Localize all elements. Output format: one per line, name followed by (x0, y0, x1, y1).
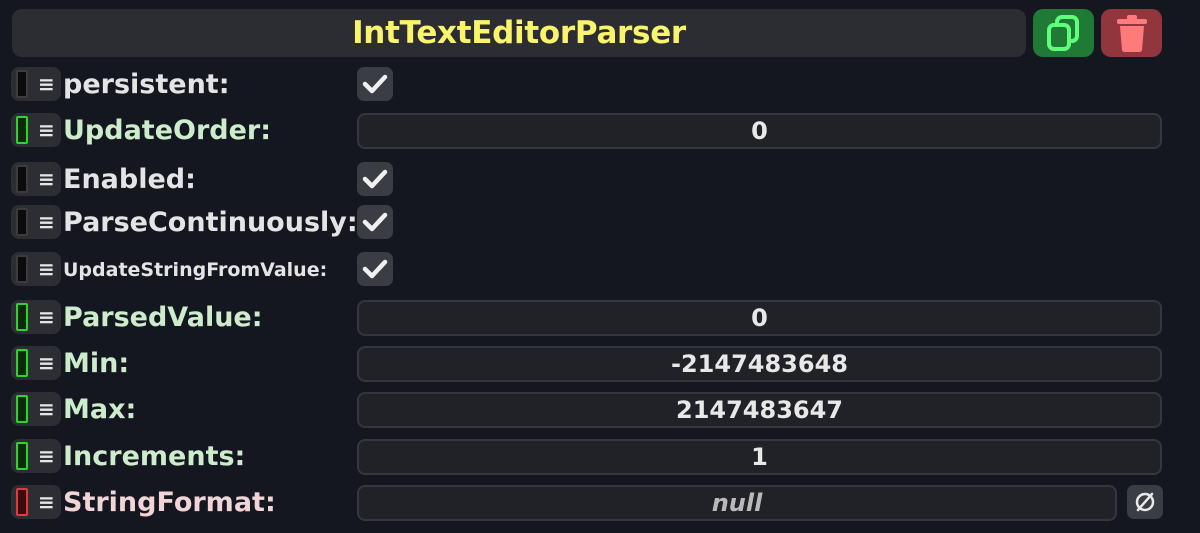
drag-icon: ≡ (38, 397, 55, 421)
drag-icon: ≡ (38, 210, 55, 234)
drag-icon: ≡ (38, 305, 55, 329)
field-row-min: ≡ Min: -2147483648 (0, 344, 1200, 384)
field-row-enabled: ≡ Enabled: (0, 160, 1200, 200)
field-label: Min: (63, 348, 130, 379)
drag-icon: ≡ (38, 257, 55, 281)
drag-handle[interactable]: ≡ (11, 113, 61, 147)
field-indicator (16, 349, 28, 377)
field-label: Increments: (63, 441, 246, 472)
max-input[interactable]: 2147483647 (357, 392, 1162, 428)
field-label: UpdateOrder: (63, 115, 272, 146)
check-icon (362, 74, 388, 94)
component-title: IntTextEditorParser (352, 15, 686, 51)
field-indicator (16, 165, 28, 193)
check-icon (362, 259, 388, 279)
field-label: ParsedValue: (63, 302, 263, 333)
field-indicator (16, 303, 28, 331)
min-input[interactable]: -2147483648 (357, 346, 1162, 382)
drag-icon: ≡ (38, 351, 55, 375)
drag-handle[interactable]: ≡ (11, 162, 61, 196)
field-indicator (16, 442, 28, 470)
string-format-input[interactable]: null (357, 485, 1117, 521)
drag-icon: ≡ (38, 167, 55, 191)
field-indicator (16, 116, 28, 144)
trash-icon (1116, 15, 1147, 52)
check-icon (362, 169, 388, 189)
field-label: Max: (63, 394, 137, 425)
field-row-update-string-from-value: ≡ UpdateStringFromValue: (0, 250, 1200, 290)
drag-handle[interactable]: ≡ (11, 300, 61, 334)
component-header: IntTextEditorParser (12, 9, 1026, 57)
field-row-update-order: ≡ UpdateOrder: 0 (0, 111, 1200, 151)
field-row-max: ≡ Max: 2147483647 (0, 390, 1200, 430)
field-indicator (16, 208, 28, 236)
field-indicator (16, 70, 28, 98)
enabled-checkbox[interactable] (357, 162, 393, 196)
drag-icon: ≡ (38, 490, 55, 514)
duplicate-button[interactable] (1033, 9, 1094, 57)
copy-icon (1046, 15, 1079, 51)
field-row-increments: ≡ Increments: 1 (0, 437, 1200, 477)
delete-button[interactable] (1101, 9, 1162, 57)
drag-handle[interactable]: ≡ (11, 439, 61, 473)
field-row-persistent: ≡ persistent: (0, 65, 1200, 105)
update-string-from-value-checkbox[interactable] (357, 252, 393, 286)
drag-handle[interactable]: ≡ (11, 392, 61, 426)
field-indicator (16, 395, 28, 423)
drag-icon: ≡ (38, 72, 55, 96)
field-indicator (16, 488, 28, 516)
field-label: StringFormat: (63, 487, 276, 518)
null-icon (1135, 492, 1155, 512)
parse-continuously-checkbox[interactable] (357, 205, 393, 239)
field-row-string-format: ≡ StringFormat: null (0, 483, 1200, 523)
drag-handle[interactable]: ≡ (11, 205, 61, 239)
update-order-input[interactable]: 0 (357, 113, 1162, 149)
drag-icon: ≡ (38, 444, 55, 468)
field-label: ParseContinuously: (63, 207, 358, 238)
set-null-button[interactable] (1127, 485, 1163, 519)
parsed-value-input[interactable]: 0 (357, 300, 1162, 336)
field-label: Enabled: (63, 164, 196, 195)
field-indicator (16, 255, 28, 283)
persistent-checkbox[interactable] (357, 67, 393, 101)
drag-handle[interactable]: ≡ (11, 67, 61, 101)
field-label: persistent: (63, 69, 230, 100)
increments-input[interactable]: 1 (357, 439, 1162, 475)
drag-handle[interactable]: ≡ (11, 252, 61, 286)
drag-handle[interactable]: ≡ (11, 346, 61, 380)
field-label: UpdateStringFromValue: (63, 259, 328, 281)
check-icon (362, 212, 388, 232)
field-row-parsed-value: ≡ ParsedValue: 0 (0, 298, 1200, 338)
drag-icon: ≡ (38, 118, 55, 142)
drag-handle[interactable]: ≡ (11, 485, 61, 519)
field-row-parse-continuously: ≡ ParseContinuously: (0, 203, 1200, 243)
